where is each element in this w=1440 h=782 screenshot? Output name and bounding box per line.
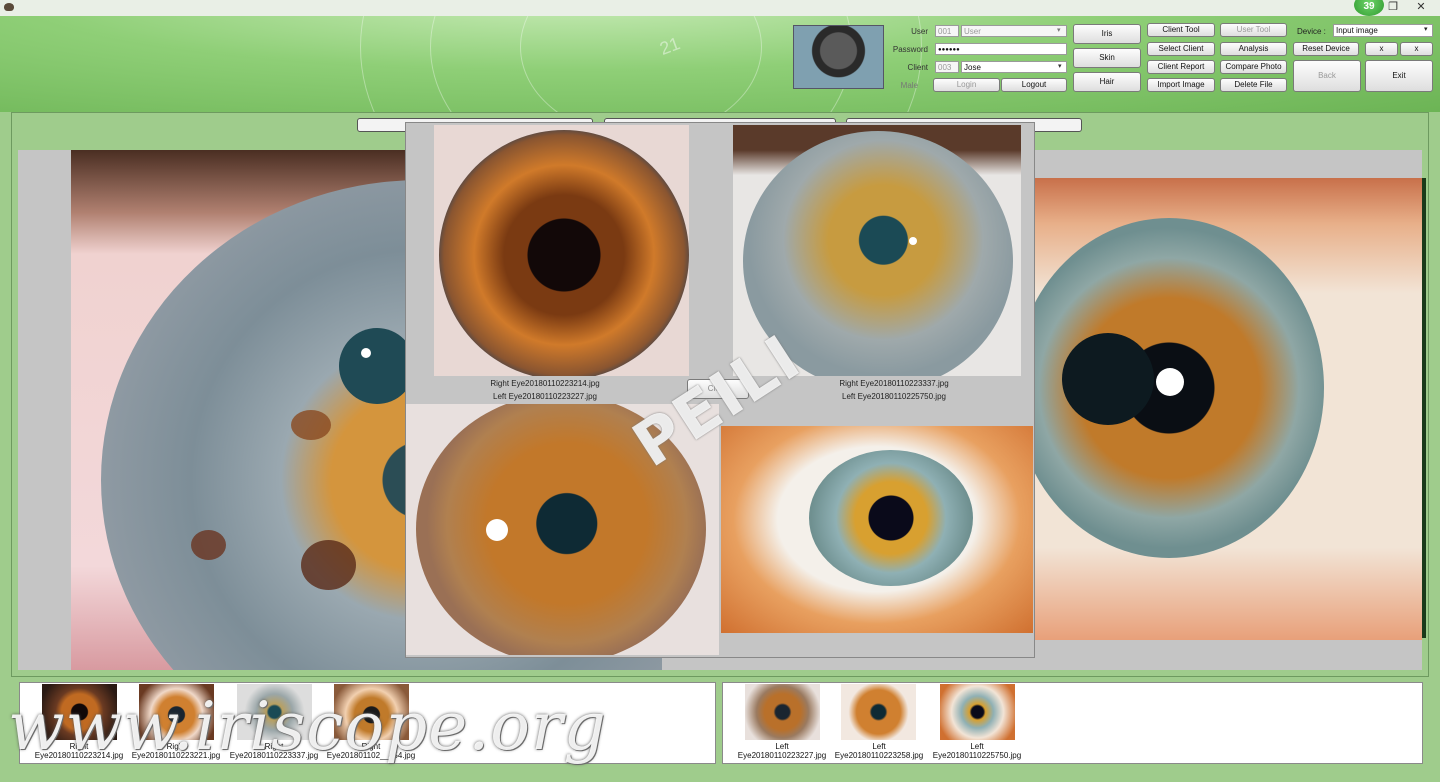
title-bar: 39 ❐ ✕ xyxy=(0,0,1440,16)
app-icon xyxy=(4,3,14,11)
thumbnail-caption: Left Eye20180110223258.jpg xyxy=(829,742,929,760)
thumbnail-image[interactable] xyxy=(841,684,916,740)
client-report-button[interactable]: Client Report xyxy=(1147,60,1215,74)
thumbnail-caption: Left Eye20180110223227.jpg xyxy=(732,742,832,760)
password-field[interactable]: ●●●●●● xyxy=(935,43,1067,55)
compare-top-left-eye[interactable] xyxy=(434,125,689,376)
thumbnail-file: Eye20180110223227.jpg xyxy=(737,751,827,760)
user-select[interactable]: User xyxy=(961,25,1067,37)
device-select[interactable]: Input image xyxy=(1333,24,1433,37)
thumbnail-side: Left xyxy=(970,742,984,751)
user-id-field[interactable]: 001 xyxy=(935,25,959,37)
device-label: Device : xyxy=(1297,27,1326,36)
right-large-eye-image[interactable] xyxy=(1034,178,1422,640)
restore-window-icon[interactable]: ❐ xyxy=(1384,1,1402,14)
x-button-1[interactable]: x xyxy=(1365,42,1398,56)
password-label: Password xyxy=(892,45,928,54)
x-button-2[interactable]: x xyxy=(1400,42,1433,56)
logout-button[interactable]: Logout xyxy=(1001,78,1067,92)
thumbnail-image[interactable] xyxy=(940,684,1015,740)
close-window-icon[interactable]: ✕ xyxy=(1412,1,1430,14)
login-button[interactable]: Login xyxy=(933,78,1000,92)
thumbnail-file: Eye20180110223258.jpg xyxy=(834,751,924,760)
client-label: Client xyxy=(907,63,928,72)
user-label: User xyxy=(911,27,928,36)
import-image-button[interactable]: Import Image xyxy=(1147,78,1215,92)
exit-button[interactable]: Exit xyxy=(1365,60,1433,92)
user-dropdown-icon[interactable]: ▾ xyxy=(1057,26,1061,34)
client-id-field[interactable]: 003 xyxy=(935,61,959,73)
notification-badge[interactable]: 39 xyxy=(1354,0,1384,16)
client-tool-button[interactable]: Client Tool xyxy=(1147,23,1215,37)
client-dropdown-icon[interactable]: ▾ xyxy=(1058,62,1062,70)
compare-bottom-right-eye[interactable] xyxy=(721,426,1033,633)
client-photo xyxy=(793,25,884,89)
skin-mode-button[interactable]: Skin xyxy=(1073,48,1141,68)
thumbnail-side: Left xyxy=(872,742,886,751)
user-tool-button[interactable]: User Tool xyxy=(1220,23,1287,37)
compare-caption-left: Right Eye20180110223214.jpg Left Eye2018… xyxy=(405,377,685,403)
decor-arc xyxy=(520,16,762,112)
site-watermark: www.iriscope.org xyxy=(8,688,607,765)
gender-label: Male xyxy=(900,81,918,90)
hair-mode-button[interactable]: Hair xyxy=(1073,72,1141,92)
caption-left-line2: Left Eye20180110223227.jpg xyxy=(493,392,597,401)
iris-mode-button[interactable]: Iris xyxy=(1073,24,1141,44)
delete-file-button[interactable]: Delete File xyxy=(1220,78,1287,92)
reset-device-button[interactable]: Reset Device xyxy=(1293,42,1359,56)
caption-left-line1: Right Eye20180110223214.jpg xyxy=(490,379,600,388)
thumbnail-side: Left xyxy=(775,742,789,751)
thumbnail-file: Eye20180110225750.jpg xyxy=(932,751,1022,760)
select-client-button[interactable]: Select Client xyxy=(1147,42,1215,56)
viewer-edge xyxy=(1422,178,1426,638)
back-button[interactable]: Back xyxy=(1293,60,1361,92)
analysis-button[interactable]: Analysis xyxy=(1220,42,1287,56)
thumbnail-image[interactable] xyxy=(745,684,820,740)
thumbnail-caption: Left Eye20180110225750.jpg xyxy=(927,742,1027,760)
compare-photo-button[interactable]: Compare Photo xyxy=(1220,60,1287,74)
client-select[interactable]: Jose xyxy=(961,61,1067,73)
device-dropdown-icon[interactable]: ▾ xyxy=(1424,25,1428,33)
